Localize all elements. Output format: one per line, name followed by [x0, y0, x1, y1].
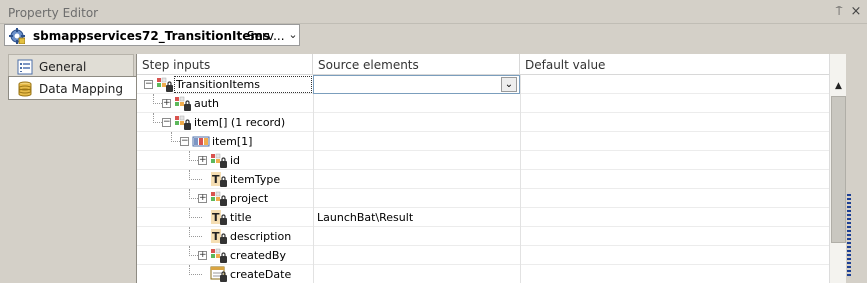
source-element-value[interactable]: LaunchBat\Result [317, 211, 413, 224]
text-icon: T [210, 171, 228, 188]
column-header-source-elements[interactable]: Source elements [313, 54, 520, 75]
object-selector[interactable]: sbmappservices72_TransitionItems Serv...… [4, 24, 300, 46]
column-header-step-inputs[interactable]: Step inputs [137, 54, 313, 75]
database-icon [18, 81, 32, 97]
object-type: Serv... [247, 29, 285, 43]
array-item-icon [192, 133, 210, 150]
service-icon [9, 28, 25, 44]
step-input-label: createDate [230, 268, 292, 281]
close-icon[interactable]: × [850, 5, 862, 19]
tree-row[interactable]: createDate [137, 265, 829, 283]
step-input-label: id [230, 154, 241, 167]
collapse-icon[interactable]: − [144, 80, 153, 89]
title-bar: Property Editor ⍑ × [0, 0, 867, 24]
date-icon [210, 266, 228, 283]
mapping-grid: Step inputs Source elements Default valu… [136, 54, 867, 283]
step-input-label: itemType [230, 173, 281, 186]
splitter-grip[interactable] [847, 194, 851, 276]
expand-icon[interactable]: + [198, 251, 207, 260]
text-icon: T [210, 228, 228, 245]
step-input-label: auth [194, 97, 219, 110]
panel-title: Property Editor [8, 6, 99, 20]
record-icon [210, 190, 228, 207]
scroll-up-icon[interactable]: ▲ [830, 78, 847, 95]
record-icon [210, 247, 228, 264]
tab-general-label: General [39, 60, 87, 74]
column-header-default-value[interactable]: Default value [520, 54, 829, 75]
record-icon [174, 95, 192, 112]
tab-data-mapping[interactable]: Data Mapping [8, 76, 139, 100]
step-input-label: description [230, 230, 292, 243]
tab-data-mapping-label: Data Mapping [39, 82, 123, 96]
collapse-icon[interactable]: − [162, 118, 171, 127]
grid-header: Step inputs Source elements Default valu… [137, 54, 829, 75]
step-input-label: createdBy [230, 249, 286, 262]
step-input-label: title [230, 211, 252, 224]
tree-row[interactable]: + createdBy [137, 246, 829, 265]
tree-row[interactable]: − item[] (1 record) [137, 113, 829, 132]
step-input-label: project [230, 192, 269, 205]
chevron-down-icon[interactable]: ⌄ [287, 28, 299, 42]
general-icon [17, 59, 33, 75]
text-icon: T [210, 209, 228, 226]
record-icon [174, 114, 192, 131]
svg-text:T: T [212, 211, 220, 224]
vertical-scrollbar[interactable]: ▲ [829, 54, 847, 283]
expand-icon[interactable]: + [198, 194, 207, 203]
tree-row[interactable]: − TransitionItems ⌄ [137, 75, 829, 94]
record-icon [156, 76, 174, 93]
record-icon [210, 152, 228, 169]
scroll-thumb[interactable] [831, 96, 846, 243]
tree-row[interactable]: + project [137, 189, 829, 208]
step-input-label: item[] (1 record) [194, 116, 286, 129]
tree-row[interactable]: Ttitle LaunchBat\Result [137, 208, 829, 227]
svg-text:T: T [212, 173, 220, 186]
source-element-dropdown[interactable] [313, 75, 520, 94]
expand-icon[interactable]: + [162, 99, 171, 108]
chevron-down-icon[interactable]: ⌄ [501, 77, 517, 92]
object-name: sbmappservices72_TransitionItems [33, 29, 271, 43]
tree-row[interactable]: TitemType [137, 170, 829, 189]
step-input-label: item[1] [212, 135, 253, 148]
tree-row[interactable]: − item[1] [137, 132, 829, 151]
tree-row[interactable]: + id [137, 151, 829, 170]
collapse-icon[interactable]: − [180, 137, 189, 146]
tree-row[interactable]: Tdescription [137, 227, 829, 246]
expand-icon[interactable]: + [198, 156, 207, 165]
grid-rows: − TransitionItems ⌄ + auth − item[] (1 record)… [137, 75, 829, 283]
tab-general[interactable]: General [8, 54, 134, 78]
pin-icon[interactable]: ⍑ [833, 5, 845, 19]
tree-row[interactable]: + auth [137, 94, 829, 113]
dock-strip [846, 54, 867, 283]
svg-text:T: T [212, 230, 220, 243]
selection-focus [174, 76, 312, 93]
